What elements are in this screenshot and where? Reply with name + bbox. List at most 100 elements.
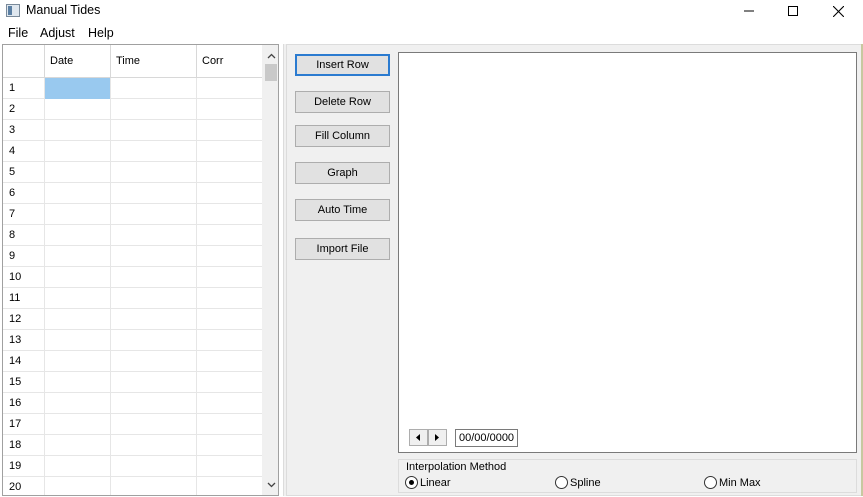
radio-min-max-dot[interactable] — [704, 476, 717, 489]
scroll-thumb[interactable] — [265, 64, 277, 81]
date-cell[interactable] — [45, 183, 111, 204]
row-number[interactable]: 3 — [3, 120, 45, 141]
corr-cell[interactable] — [197, 435, 263, 456]
corr-cell[interactable] — [197, 393, 263, 414]
radio-linear-dot[interactable] — [405, 476, 418, 489]
time-cell[interactable] — [111, 246, 197, 267]
radio-spline[interactable]: Spline — [555, 476, 601, 489]
date-field[interactable]: 00/00/0000 — [455, 429, 518, 447]
row-number[interactable]: 1 — [3, 78, 45, 99]
minimize-button[interactable] — [726, 0, 772, 22]
fill-column-button[interactable]: Fill Column — [295, 125, 390, 147]
corr-cell[interactable] — [197, 456, 263, 477]
date-cell[interactable] — [45, 414, 111, 435]
corr-cell[interactable] — [197, 183, 263, 204]
date-cell[interactable] — [45, 225, 111, 246]
row-number[interactable]: 15 — [3, 372, 45, 393]
row-number[interactable]: 11 — [3, 288, 45, 309]
row-header-corner[interactable] — [3, 45, 45, 78]
time-cell[interactable] — [111, 162, 197, 183]
corr-cell[interactable] — [197, 204, 263, 225]
time-cell[interactable] — [111, 330, 197, 351]
date-cell[interactable] — [45, 351, 111, 372]
row-number[interactable]: 7 — [3, 204, 45, 225]
maximize-button[interactable] — [770, 0, 816, 22]
row-number[interactable]: 20 — [3, 477, 45, 495]
menu-help[interactable]: Help — [88, 26, 114, 40]
column-header-corr[interactable]: Corr — [197, 45, 263, 78]
row-number[interactable]: 18 — [3, 435, 45, 456]
corr-cell[interactable] — [197, 372, 263, 393]
row-number[interactable]: 12 — [3, 309, 45, 330]
row-number[interactable]: 16 — [3, 393, 45, 414]
graph-button[interactable]: Graph — [295, 162, 390, 184]
row-number[interactable]: 14 — [3, 351, 45, 372]
time-cell[interactable] — [111, 141, 197, 162]
date-cell[interactable] — [45, 435, 111, 456]
time-cell[interactable] — [111, 393, 197, 414]
row-number[interactable]: 17 — [3, 414, 45, 435]
time-cell[interactable] — [111, 435, 197, 456]
date-cell[interactable] — [45, 288, 111, 309]
time-cell[interactable] — [111, 414, 197, 435]
time-cell[interactable] — [111, 288, 197, 309]
scroll-up-button[interactable] — [263, 47, 278, 64]
corr-cell[interactable] — [197, 99, 263, 120]
time-cell[interactable] — [111, 120, 197, 141]
date-cell[interactable] — [45, 372, 111, 393]
date-cell[interactable] — [45, 456, 111, 477]
next-date-button[interactable] — [428, 429, 447, 446]
time-cell[interactable] — [111, 78, 197, 99]
insert-row-button[interactable]: Insert Row — [295, 54, 390, 76]
corr-cell[interactable] — [197, 78, 263, 99]
date-cell[interactable] — [45, 162, 111, 183]
corr-cell[interactable] — [197, 162, 263, 183]
time-cell[interactable] — [111, 351, 197, 372]
corr-cell[interactable] — [197, 141, 263, 162]
corr-cell[interactable] — [197, 414, 263, 435]
date-cell[interactable] — [45, 477, 111, 495]
row-number[interactable]: 6 — [3, 183, 45, 204]
row-number[interactable]: 10 — [3, 267, 45, 288]
radio-min-max[interactable]: Min Max — [704, 476, 761, 489]
corr-cell[interactable] — [197, 225, 263, 246]
previous-date-button[interactable] — [409, 429, 428, 446]
date-cell[interactable] — [45, 267, 111, 288]
time-cell[interactable] — [111, 183, 197, 204]
date-cell[interactable] — [45, 330, 111, 351]
row-number[interactable]: 2 — [3, 99, 45, 120]
column-header-date[interactable]: Date — [45, 45, 111, 78]
time-cell[interactable] — [111, 456, 197, 477]
time-cell[interactable] — [111, 309, 197, 330]
radio-linear[interactable]: Linear — [405, 476, 451, 489]
time-cell[interactable] — [111, 225, 197, 246]
corr-cell[interactable] — [197, 330, 263, 351]
scroll-down-button[interactable] — [263, 476, 278, 493]
time-cell[interactable] — [111, 99, 197, 120]
corr-cell[interactable] — [197, 267, 263, 288]
tide-data-grid[interactable]: Date Time Corr 1 2 3 4 5 6 7 8 9 10 11 12 13 14 15 16 17… — [2, 44, 279, 496]
delete-row-button[interactable]: Delete Row — [295, 91, 390, 113]
date-cell[interactable] — [45, 393, 111, 414]
grid-vertical-scrollbar[interactable] — [262, 45, 278, 495]
time-cell[interactable] — [111, 267, 197, 288]
date-cell[interactable] — [45, 78, 111, 99]
menu-adjust[interactable]: Adjust — [40, 26, 75, 40]
corr-cell[interactable] — [197, 288, 263, 309]
date-cell[interactable] — [45, 204, 111, 225]
row-number[interactable]: 9 — [3, 246, 45, 267]
row-number[interactable]: 13 — [3, 330, 45, 351]
radio-spline-dot[interactable] — [555, 476, 568, 489]
time-cell[interactable] — [111, 204, 197, 225]
row-number[interactable]: 19 — [3, 456, 45, 477]
date-cell[interactable] — [45, 120, 111, 141]
row-number[interactable]: 4 — [3, 141, 45, 162]
corr-cell[interactable] — [197, 351, 263, 372]
corr-cell[interactable] — [197, 120, 263, 141]
row-number[interactable]: 8 — [3, 225, 45, 246]
corr-cell[interactable] — [197, 246, 263, 267]
corr-cell[interactable] — [197, 309, 263, 330]
menu-file[interactable]: File — [8, 26, 28, 40]
time-cell[interactable] — [111, 372, 197, 393]
import-file-button[interactable]: Import File — [295, 238, 390, 260]
